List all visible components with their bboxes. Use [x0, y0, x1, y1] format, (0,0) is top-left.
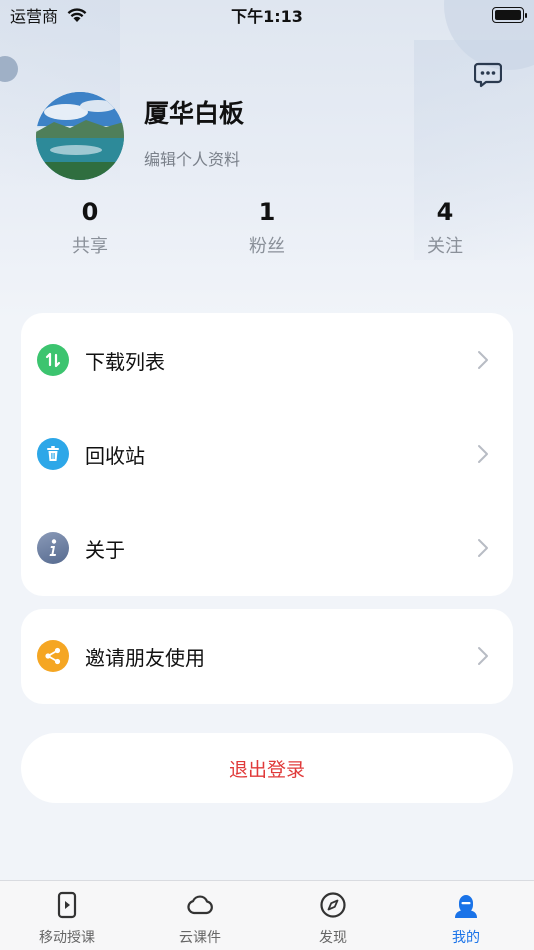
edit-profile-link[interactable]: 编辑个人资料: [144, 146, 240, 170]
user-icon: [455, 895, 477, 918]
logout-button[interactable]: 退出登录: [21, 733, 513, 803]
profile-name: 厦华白板: [144, 99, 245, 128]
share-icon: [37, 640, 69, 672]
chevron-right-icon: [478, 647, 488, 665]
menu-item-download-list[interactable]: 下载列表: [21, 313, 513, 407]
stat-shared[interactable]: 0 共享: [30, 198, 150, 258]
menu-item-recycle-bin[interactable]: 回收站: [21, 407, 513, 501]
cloud-icon: [187, 895, 213, 915]
stats-row: 0 共享 1 粉丝 4 关注: [0, 198, 534, 268]
menu-item-invite-friends[interactable]: 邀请朋友使用: [21, 609, 513, 703]
invite-card: 邀请朋友使用: [21, 609, 513, 704]
menu-item-about[interactable]: 关于: [21, 501, 513, 595]
stat-value: 4: [436, 198, 454, 226]
tab-discover[interactable]: 发现: [283, 891, 383, 947]
avatar-landscape-image: [36, 92, 124, 180]
trash-icon: [37, 438, 69, 470]
compass-icon: [320, 892, 346, 918]
stat-value: 0: [81, 198, 99, 226]
stat-label: 粉丝: [249, 236, 285, 257]
menu-label: 邀请朋友使用: [85, 645, 205, 670]
stat-label: 共享: [72, 236, 108, 257]
tab-label: 云课件: [179, 930, 221, 946]
download-list-icon: [37, 344, 69, 376]
chevron-right-icon: [478, 351, 488, 369]
stat-label: 关注: [427, 236, 463, 257]
wifi-icon: [67, 8, 87, 22]
tab-cloud-courseware[interactable]: 云课件: [150, 891, 250, 947]
status-bar: 运营商 下午1:13: [0, 0, 534, 30]
tab-mobile-teaching[interactable]: 移动授课: [17, 891, 117, 947]
stat-followers[interactable]: 1 粉丝: [207, 198, 327, 258]
chevron-right-icon: [478, 539, 488, 557]
stat-value: 1: [258, 198, 276, 226]
battery-icon: [492, 7, 527, 23]
avatar[interactable]: [36, 92, 124, 180]
carrier-label: 运营商: [10, 7, 59, 26]
logout-label: 退出登录: [228, 758, 305, 781]
tab-bar: 移动授课 云课件 发现 我的: [0, 880, 534, 950]
tab-mine[interactable]: 我的: [416, 891, 516, 947]
tab-label: 发现: [319, 930, 347, 946]
tab-label: 移动授课: [39, 930, 95, 946]
menu-label: 回收站: [85, 443, 145, 468]
menu-label: 关于: [85, 537, 125, 562]
stat-following[interactable]: 4 关注: [385, 198, 505, 258]
chevron-right-icon: [478, 445, 488, 463]
tab-label: 我的: [452, 930, 480, 946]
mobile-teach-icon: [57, 891, 77, 919]
info-icon: [37, 532, 69, 564]
message-icon[interactable]: [474, 62, 502, 88]
menu-label: 下载列表: [85, 349, 165, 374]
menu-card: 下载列表 回收站 关于: [21, 313, 513, 596]
